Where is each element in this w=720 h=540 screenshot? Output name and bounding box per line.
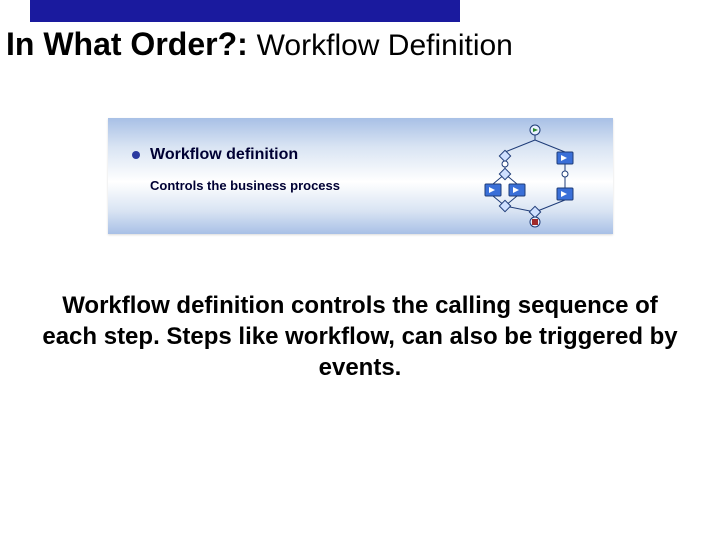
panel-heading-line: Workflow definition <box>132 146 340 164</box>
panel-text-block: Workflow definition Controls the busines… <box>132 146 340 193</box>
info-panel: Workflow definition Controls the busines… <box>108 118 613 234</box>
workflow-diagram-icon <box>475 124 595 228</box>
title-bar <box>30 0 460 22</box>
bullet-icon <box>132 151 140 159</box>
title-regular: Workflow Definition <box>257 29 513 62</box>
page-title: In What Order?: Workflow Definition <box>6 26 513 63</box>
title-bold: In What Order?: <box>6 26 248 62</box>
panel-subtitle: Controls the business process <box>150 178 340 193</box>
body-paragraph: Workflow definition controls the calling… <box>40 290 680 384</box>
panel-heading: Workflow definition <box>150 146 298 164</box>
